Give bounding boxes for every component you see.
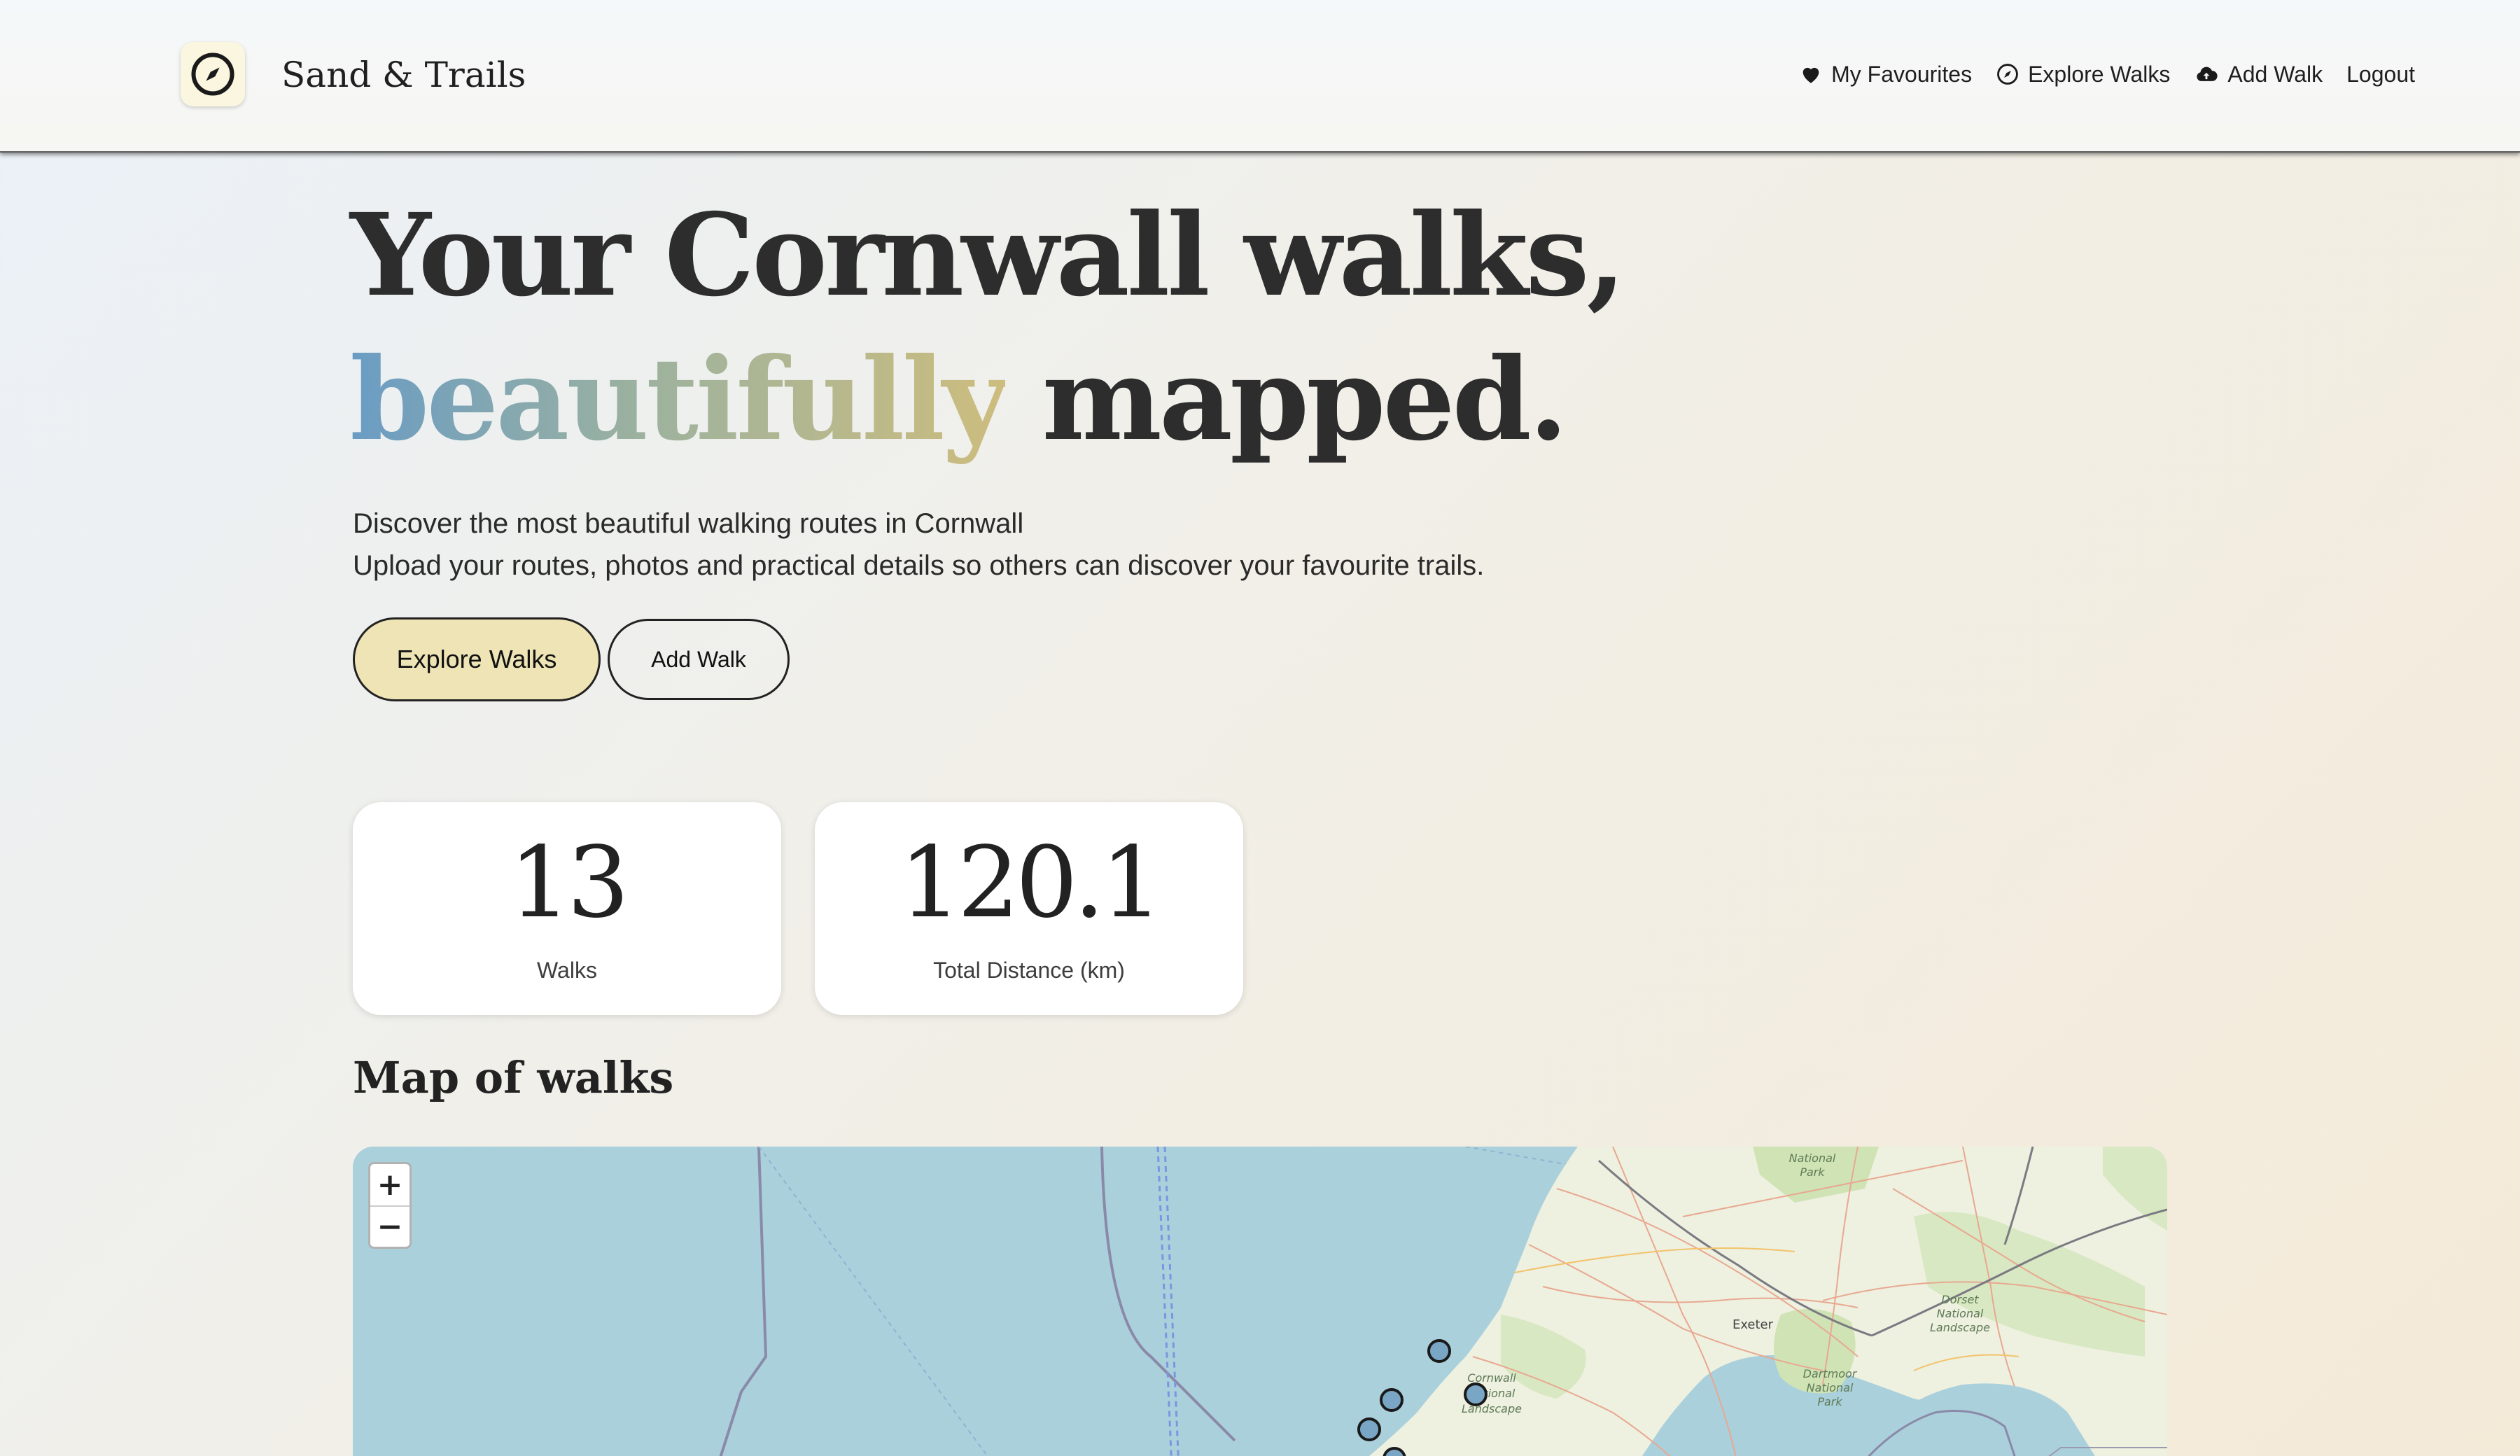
walk-marker[interactable] — [1357, 1418, 1381, 1441]
main-nav: My Favourites Explore Walks Add Walk Log… — [1799, 55, 2415, 94]
zoom-control: + − — [368, 1162, 412, 1249]
walk-marker[interactable] — [1382, 1447, 1406, 1456]
stat-walks-label: Walks — [537, 958, 597, 983]
brand-name[interactable]: Sand & Trails — [281, 50, 526, 99]
stat-distance-label: Total Distance (km) — [933, 958, 1125, 983]
hero-title-line-2: beautifully mapped. — [350, 328, 1890, 472]
walk-marker[interactable] — [1427, 1339, 1451, 1363]
svg-text:National: National — [1807, 1381, 1854, 1394]
svg-text:Park: Park — [1800, 1166, 1825, 1179]
cloud-upload-icon — [2197, 66, 2218, 81]
nav-add-walk[interactable]: Add Walk — [2194, 62, 2323, 88]
stat-distance-value: 120.1 — [899, 826, 1163, 940]
walk-marker[interactable] — [1380, 1388, 1404, 1412]
hero-subtitle-line-2: Upload your routes, photos and practical… — [353, 550, 1485, 581]
svg-text:National: National — [1937, 1307, 1984, 1320]
map-tiles: National Park Dartmoor National Park Dor… — [353, 1147, 2167, 1456]
nav-add-walk-label: Add Walk — [2227, 61, 2323, 87]
hero-subtitle-line-1: Discover the most beautiful walking rout… — [353, 508, 1024, 539]
svg-text:Park: Park — [1817, 1395, 1842, 1408]
svg-text:Landscape: Landscape — [1930, 1321, 1990, 1334]
hero-title-highlight: beautifully — [350, 333, 1008, 466]
nav-my-favourites[interactable]: My Favourites — [1799, 62, 1972, 88]
place-label-dartmoor: Dartmoor — [1803, 1367, 1858, 1380]
logo[interactable] — [181, 42, 245, 106]
nav-logout[interactable]: Logout — [2346, 62, 2415, 88]
place-label-dorset: Dorset — [1941, 1293, 1979, 1306]
walks-map[interactable]: + − National Park Dartmoor National Park… — [353, 1147, 2167, 1456]
explore-walks-button[interactable]: Explore Walks — [353, 617, 601, 701]
heart-icon — [1802, 67, 1819, 83]
stat-card-distance: 120.1 Total Distance (km) — [815, 802, 1243, 1015]
zoom-out-button[interactable]: − — [370, 1205, 410, 1247]
map-section-title: Map of walks — [353, 1052, 674, 1103]
hero-title-line-1: Your Cornwall walks, — [350, 189, 1626, 322]
walk-marker[interactable] — [1464, 1382, 1488, 1406]
stat-walks-value: 13 — [508, 826, 629, 940]
compass-icon — [1997, 64, 2018, 85]
hero-title-line-2-rest: mapped. — [1005, 333, 1569, 466]
hero-title: Your Cornwall walks, beautifully mapped. — [350, 183, 1890, 472]
nav-my-favourites-label: My Favourites — [1831, 61, 1973, 87]
nav-explore-walks-label: Explore Walks — [2028, 61, 2171, 87]
add-walk-button[interactable]: Add Walk — [608, 619, 790, 700]
nav-explore-walks[interactable]: Explore Walks — [1996, 62, 2170, 88]
hero-subtitle: Discover the most beautiful walking rout… — [353, 503, 2033, 587]
place-label-national-park: National — [1789, 1152, 1836, 1165]
site-header: Sand & Trails My Favourites Explore Walk… — [0, 0, 2520, 153]
stat-card-walks: 13 Walks — [353, 802, 781, 1015]
place-label-exeter: Exeter — [1732, 1317, 1774, 1332]
compass-icon — [191, 52, 234, 96]
nav-logout-label: Logout — [2346, 61, 2415, 87]
zoom-in-button[interactable]: + — [370, 1164, 410, 1205]
